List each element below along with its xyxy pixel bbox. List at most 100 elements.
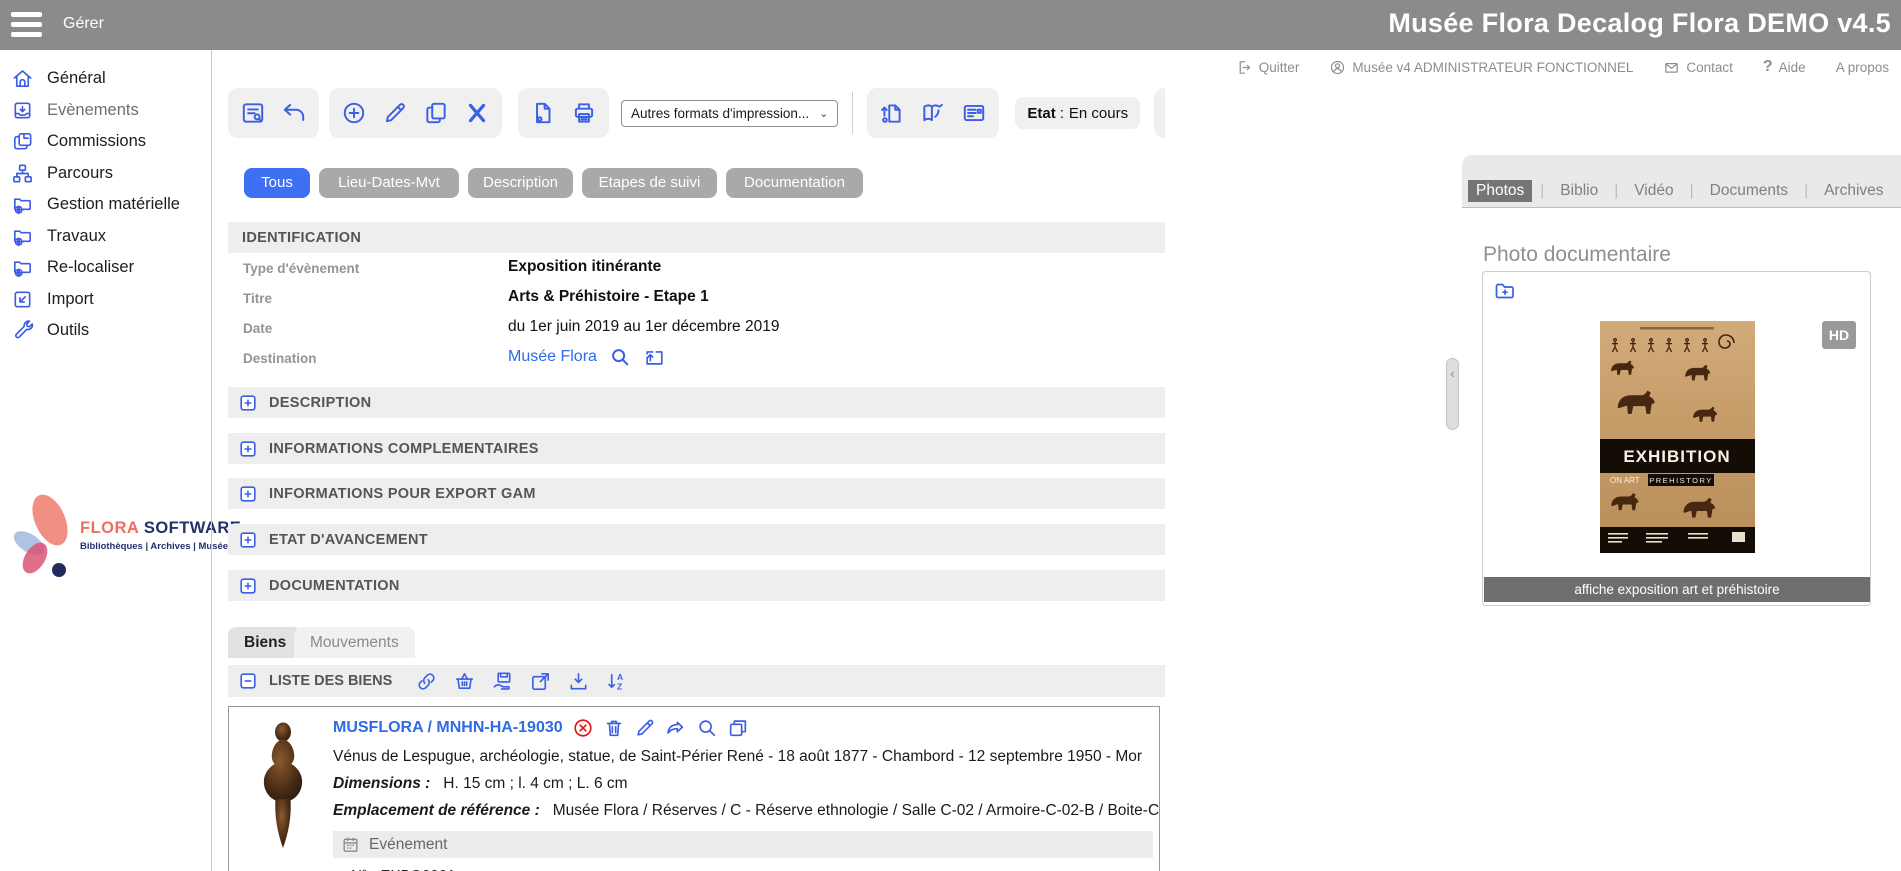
tab-biens[interactable]: Biens: [228, 627, 302, 658]
external-link-icon[interactable]: [529, 670, 552, 693]
printer-icon[interactable]: [571, 100, 597, 126]
chevron-down-icon: ⌄: [819, 107, 828, 120]
sidebar-item-parcours[interactable]: Parcours: [11, 158, 211, 190]
identification-header: IDENTIFICATION: [228, 222, 1165, 253]
expand-icon[interactable]: [240, 441, 256, 457]
bien-reference-link[interactable]: MUSFLORA / MNHN-HA-19030: [333, 719, 563, 737]
expand-icon[interactable]: [240, 486, 256, 502]
sidebar-item-travaux[interactable]: Travaux: [11, 221, 211, 253]
open-record-icon[interactable]: [643, 346, 665, 368]
field-titre: Titre Arts & Préhistoire - Etape 1: [243, 288, 1163, 312]
app-title: Musée Flora Decalog Flora DEMO v4.5: [1388, 8, 1891, 39]
bien-list-item: MUSFLORA / MNHN-HA-19030 Vénus de Lespug…: [228, 706, 1160, 871]
tab-description[interactable]: Description: [468, 168, 573, 198]
sidebar-item-evenements[interactable]: Evènements: [11, 95, 211, 127]
about-link[interactable]: A propos: [1836, 60, 1889, 75]
home-icon: [11, 67, 34, 90]
destination-link[interactable]: Musée Flora: [508, 348, 597, 366]
toolbar-group-nav: [228, 88, 319, 138]
exhibition-poster-image[interactable]: EXHIBITION ON ART PREHISTORY: [1600, 321, 1755, 553]
tab-archives[interactable]: Archives: [1816, 180, 1891, 202]
venus-figurine-thumbnail[interactable]: [249, 715, 317, 867]
sidebar-item-general[interactable]: Général: [11, 63, 211, 95]
collapse-icon[interactable]: [240, 673, 256, 689]
print-format-select[interactable]: Autres formats d'impression... ⌄: [621, 100, 838, 127]
tab-documents[interactable]: Documents: [1702, 180, 1796, 202]
contact-link[interactable]: Contact: [1663, 59, 1733, 76]
event-section-header: Evénement: [333, 831, 1153, 858]
export-record-icon[interactable]: [879, 100, 905, 126]
field-type-evenement: Type d'évènement Exposition itinérante: [243, 258, 1163, 282]
menu-label[interactable]: Gérer: [63, 15, 104, 33]
sidebar: Général Evènements Commissions Parcours …: [0, 50, 211, 871]
search-icon[interactable]: [609, 346, 631, 368]
tab-mouvements[interactable]: Mouvements: [294, 627, 415, 658]
tab-documentation[interactable]: Documentation: [726, 168, 863, 198]
tab-video[interactable]: Vidéo: [1626, 180, 1681, 202]
tab-lieu-dates-mvt[interactable]: Lieu-Dates-Mvt: [319, 168, 459, 198]
tab-biblio[interactable]: Biblio: [1552, 180, 1606, 202]
sidebar-item-gestion-materielle[interactable]: Gestion matérielle: [11, 189, 211, 221]
panel-collapse-handle[interactable]: ‹: [1446, 358, 1459, 430]
folder-add-icon[interactable]: [1493, 279, 1517, 303]
download-icon[interactable]: [567, 670, 590, 693]
expand-icon[interactable]: [240, 395, 256, 411]
link-icon[interactable]: [415, 670, 438, 693]
flora-software-logo: FLORA SOFTWARE Bibliothèques | Archives …: [12, 488, 244, 582]
section-title: IDENTIFICATION: [242, 230, 361, 246]
photo-viewer: EXHIBITION ON ART PREHISTORY HD affiche …: [1482, 271, 1871, 606]
sidebar-item-outils[interactable]: Outils: [11, 315, 211, 347]
undo-icon[interactable]: [281, 100, 307, 126]
poster-subtitle: ON ART: [1610, 476, 1640, 485]
print-document-icon[interactable]: [530, 100, 556, 126]
bien-dimensions: Dimensions : H. 15 cm ; l. 4 cm ; L. 6 c…: [333, 775, 628, 793]
sitemap-icon: [11, 162, 34, 185]
inbox-arrow-icon: [11, 99, 34, 122]
label-card-icon[interactable]: [961, 100, 987, 126]
svg-text:A: A: [617, 672, 623, 682]
edit-icon[interactable]: [634, 717, 656, 739]
quit-link[interactable]: Quitter: [1236, 59, 1300, 76]
sidebar-item-import[interactable]: Import: [11, 284, 211, 316]
record-pane: Autres formats d'impression... ⌄ Etat : …: [228, 50, 1165, 871]
search-icon[interactable]: [696, 717, 718, 739]
basket-icon[interactable]: [453, 670, 476, 693]
result-list-icon[interactable]: [240, 100, 266, 126]
logout-icon: [1236, 59, 1253, 76]
trash-icon[interactable]: [603, 717, 625, 739]
share-icon[interactable]: [665, 717, 687, 739]
copy-window-icon[interactable]: [727, 717, 749, 739]
expand-icon[interactable]: [240, 532, 256, 548]
sidebar-item-relocaliser[interactable]: Re-localiser: [11, 252, 211, 284]
stamp-omega-icon[interactable]: [1163, 100, 1165, 126]
status-badge: Etat : En cours: [1015, 97, 1140, 129]
tab-tous[interactable]: Tous: [244, 168, 310, 198]
toolbar-separator: [852, 92, 853, 134]
expand-icon[interactable]: [240, 578, 256, 594]
photo-documentaire-title: Photo documentaire: [1483, 243, 1671, 267]
section-etat-avancement: ETAT D'AVANCEMENT: [228, 524, 1165, 555]
add-record-icon[interactable]: [341, 100, 367, 126]
help-link[interactable]: ? Aide: [1763, 58, 1806, 76]
toolbar-group-validate: [1154, 88, 1165, 138]
bien-description: Vénus de Lespugue, archéologie, statue, …: [333, 748, 1160, 766]
hd-badge[interactable]: HD: [1822, 321, 1856, 349]
remove-circle-icon[interactable]: [572, 717, 594, 739]
utility-bar: Quitter Musée v4 ADMINISTRATEUR FONCTION…: [1236, 58, 1889, 76]
delete-record-icon[interactable]: [464, 100, 490, 126]
register-book-icon[interactable]: [920, 100, 946, 126]
help-icon: ?: [1763, 58, 1773, 76]
hamburger-menu-icon[interactable]: [11, 12, 42, 38]
sidebar-item-commissions[interactable]: Commissions: [11, 126, 211, 158]
edit-record-icon[interactable]: [382, 100, 408, 126]
folder-globe-icon: [11, 225, 34, 248]
sort-az-icon[interactable]: AZ: [605, 670, 628, 693]
save-hand-icon[interactable]: [491, 670, 514, 693]
duplicate-record-icon[interactable]: [423, 100, 449, 126]
tab-photos[interactable]: Photos: [1468, 180, 1532, 202]
folder-globe-icon: [11, 193, 34, 216]
tab-etapes-de-suivi[interactable]: Etapes de suivi: [582, 168, 717, 198]
current-user[interactable]: Musée v4 ADMINISTRATEUR FONCTIONNEL: [1329, 59, 1633, 76]
mail-icon: [1663, 59, 1680, 76]
import-icon: [11, 288, 34, 311]
